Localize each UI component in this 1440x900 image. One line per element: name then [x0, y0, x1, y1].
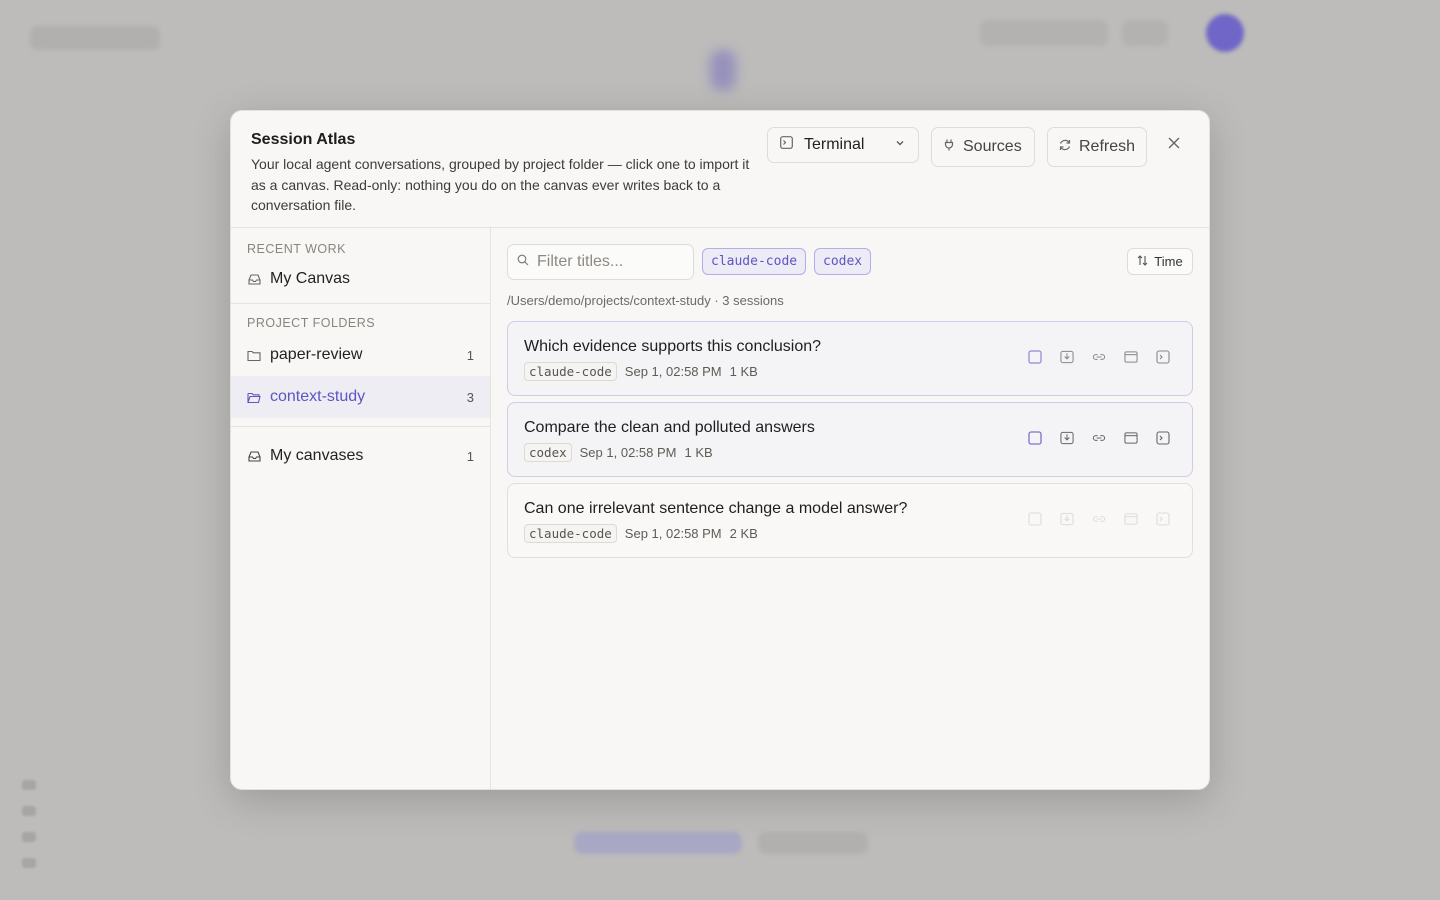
background-logo	[710, 50, 736, 90]
select-checkbox[interactable]	[1028, 431, 1042, 445]
session-actions	[1028, 350, 1170, 364]
sidebar-item-label: paper-review	[270, 346, 363, 363]
sidebar-item-my-canvases[interactable]: My canvases 1	[231, 435, 490, 477]
chip-claude-code[interactable]: claude-code	[702, 248, 807, 275]
background-pill	[980, 20, 1108, 46]
inbox-icon	[247, 449, 261, 463]
session-row[interactable]: Which evidence supports this conclusion?…	[507, 321, 1193, 396]
session-title: Compare the clean and polluted answers	[524, 419, 815, 436]
sidebar-item-label: My Canvas	[270, 270, 351, 287]
folder-count: 3	[466, 389, 474, 405]
terminal-select[interactable]: Terminal	[767, 127, 919, 163]
session-time: Sep 1, 02:58 PM	[579, 445, 677, 460]
session-title: Can one irrelevant sentence change a mod…	[524, 500, 908, 517]
inbox-icon	[247, 272, 261, 286]
sidebar-item-label: My canvases	[270, 447, 364, 464]
modal-title: Session Atlas	[251, 131, 356, 148]
search-icon	[517, 253, 529, 271]
background-avatar	[1206, 14, 1244, 52]
sort-button[interactable]: Time	[1127, 248, 1193, 275]
recent-work-label: RECENT WORK	[247, 242, 347, 256]
background-button	[574, 832, 742, 854]
refresh-button[interactable]: Refresh	[1047, 127, 1147, 167]
chevron-down-icon	[894, 136, 906, 154]
session-source-tag: claude-code	[524, 524, 617, 543]
session-atlas-modal: Session Atlas Your local agent conversat…	[230, 110, 1210, 790]
import-icon[interactable]	[1060, 431, 1074, 445]
background-pill	[1122, 20, 1168, 46]
terminal-icon[interactable]	[1156, 512, 1170, 526]
sidebar-divider	[231, 426, 490, 427]
background-button	[758, 832, 868, 854]
modal-description: Your local agent conversations, grouped …	[251, 156, 750, 213]
session-meta: codex Sep 1, 02:58 PM 1 KB	[524, 443, 713, 462]
close-icon	[1168, 137, 1180, 149]
refresh-label: Refresh	[1079, 138, 1136, 155]
session-size: 2 KB	[729, 526, 758, 541]
session-source-tag: codex	[524, 443, 572, 462]
session-size: 1 KB	[684, 445, 713, 460]
link-icon[interactable]	[1092, 350, 1106, 364]
session-meta: claude-code Sep 1, 02:58 PM 1 KB	[524, 362, 758, 381]
sidebar-item-label: context-study	[270, 388, 366, 405]
import-icon[interactable]	[1060, 350, 1074, 364]
session-meta: claude-code Sep 1, 02:58 PM 2 KB	[524, 524, 758, 543]
sort-label: Time	[1154, 254, 1183, 269]
modal-header: Session Atlas Your local agent conversat…	[231, 111, 1209, 228]
filter-input[interactable]	[537, 253, 687, 271]
project-folders-label: PROJECT FOLDERS	[247, 316, 376, 330]
background-toolbar	[22, 780, 38, 880]
session-title: Which evidence supports this conclusion?	[524, 338, 822, 355]
terminal-icon[interactable]	[1156, 350, 1170, 364]
terminal-icon	[780, 136, 793, 154]
session-time: Sep 1, 02:58 PM	[624, 526, 722, 541]
sources-button[interactable]: Sources	[931, 127, 1035, 167]
browser-icon[interactable]	[1124, 350, 1138, 364]
main-panel: claude-code codex Time /Users/demo/proje…	[491, 228, 1209, 789]
plug-icon	[942, 138, 956, 157]
sidebar: RECENT WORK My Canvas PROJECT FOLDERS pa…	[231, 228, 491, 789]
sidebar-item-context-study[interactable]: context-study 3	[231, 376, 490, 418]
refresh-icon	[1058, 138, 1072, 157]
session-actions	[1028, 512, 1170, 526]
folder-count: 1	[466, 347, 474, 363]
select-checkbox[interactable]	[1028, 350, 1042, 364]
terminal-icon[interactable]	[1156, 431, 1170, 445]
sidebar-item-my-canvas[interactable]: My Canvas	[231, 260, 490, 298]
filter-field[interactable]	[507, 244, 694, 280]
select-checkbox[interactable]	[1028, 512, 1042, 526]
sources-label: Sources	[963, 138, 1022, 155]
session-row[interactable]: Can one irrelevant sentence change a mod…	[507, 483, 1193, 558]
browser-icon[interactable]	[1124, 512, 1138, 526]
session-size: 1 KB	[729, 364, 758, 379]
sidebar-item-paper-review[interactable]: paper-review 1	[231, 334, 490, 376]
session-actions	[1028, 431, 1170, 445]
folder-icon	[247, 348, 261, 362]
chip-codex[interactable]: codex	[814, 248, 872, 275]
folder-path: /Users/demo/projects/context-study · 3 s…	[507, 293, 784, 308]
session-row[interactable]: Compare the clean and polluted answers c…	[507, 402, 1193, 477]
import-icon[interactable]	[1060, 512, 1074, 526]
modal-body: RECENT WORK My Canvas PROJECT FOLDERS pa…	[231, 228, 1209, 789]
link-icon[interactable]	[1092, 512, 1106, 526]
session-time: Sep 1, 02:58 PM	[624, 364, 722, 379]
sort-icon	[1137, 254, 1148, 269]
close-button[interactable]	[1164, 133, 1184, 153]
browser-icon[interactable]	[1124, 431, 1138, 445]
session-source-tag: claude-code	[524, 362, 617, 381]
canvases-count: 1	[466, 448, 474, 464]
terminal-select-value: Terminal	[804, 136, 865, 153]
link-icon[interactable]	[1092, 431, 1106, 445]
background-title	[30, 26, 160, 50]
folder-open-icon	[247, 390, 261, 404]
